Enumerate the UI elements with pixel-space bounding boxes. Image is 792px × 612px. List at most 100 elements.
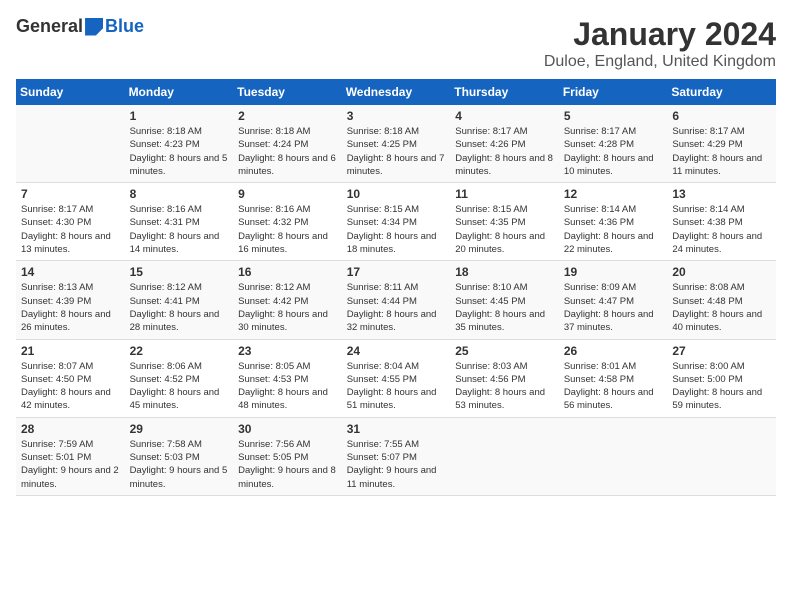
calendar-cell: 2 Sunrise: 8:18 AMSunset: 4:24 PMDaylight…: [233, 105, 342, 183]
day-number: 19: [564, 265, 663, 279]
calendar-cell: 26 Sunrise: 8:01 AMSunset: 4:58 PMDayligh…: [559, 339, 668, 417]
calendar-table: SundayMondayTuesdayWednesdayThursdayFrid…: [16, 79, 776, 496]
day-info: Sunrise: 8:14 AMSunset: 4:38 PMDaylight:…: [672, 203, 771, 256]
day-number: 14: [21, 265, 120, 279]
day-info: Sunrise: 8:06 AMSunset: 4:52 PMDaylight:…: [130, 360, 229, 413]
location-text: Duloe, England, United Kingdom: [544, 53, 776, 71]
day-number: 7: [21, 187, 120, 201]
column-header-friday: Friday: [559, 79, 668, 105]
day-number: 5: [564, 109, 663, 123]
day-number: 10: [347, 187, 446, 201]
week-row-2: 7Sunrise: 8:17 AMSunset: 4:30 PMDaylight…: [16, 183, 776, 261]
title-block: January 2024 Duloe, England, United King…: [544, 16, 776, 71]
calendar-cell: 28Sunrise: 7:59 AMSunset: 5:01 PMDayligh…: [16, 417, 125, 495]
day-number: 13: [672, 187, 771, 201]
calendar-cell: 19 Sunrise: 8:09 AMSunset: 4:47 PMDayligh…: [559, 261, 668, 339]
calendar-cell: 21 Sunrise: 8:07 AMSunset: 4:50 PMDayligh…: [16, 339, 125, 417]
column-header-thursday: Thursday: [450, 79, 559, 105]
calendar-cell: 25Sunrise: 8:03 AMSunset: 4:56 PMDayligh…: [450, 339, 559, 417]
month-title: January 2024: [544, 16, 776, 53]
column-header-wednesday: Wednesday: [342, 79, 451, 105]
calendar-cell: 13 Sunrise: 8:14 AMSunset: 4:38 PMDayligh…: [667, 183, 776, 261]
calendar-cell: 27 Sunrise: 8:00 AMSunset: 5:00 PMDayligh…: [667, 339, 776, 417]
day-info: Sunrise: 8:14 AMSunset: 4:36 PMDaylight:…: [564, 203, 663, 256]
day-number: 11: [455, 187, 554, 201]
calendar-cell: 14 Sunrise: 8:13 AMSunset: 4:39 PMDayligh…: [16, 261, 125, 339]
day-info: Sunrise: 7:56 AMSunset: 5:05 PMDaylight:…: [238, 438, 337, 491]
calendar-cell: 11 Sunrise: 8:15 AMSunset: 4:35 PMDayligh…: [450, 183, 559, 261]
column-header-monday: Monday: [125, 79, 234, 105]
day-info: Sunrise: 8:15 AMSunset: 4:35 PMDaylight:…: [455, 203, 554, 256]
day-info: Sunrise: 8:01 AMSunset: 4:58 PMDaylight:…: [564, 360, 663, 413]
logo-icon: [85, 18, 103, 36]
day-number: 3: [347, 109, 446, 123]
page-header: General Blue January 2024 Duloe, England…: [16, 16, 776, 71]
calendar-cell: 29Sunrise: 7:58 AMSunset: 5:03 PMDayligh…: [125, 417, 234, 495]
day-info: Sunrise: 8:03 AMSunset: 4:56 PMDaylight:…: [455, 360, 554, 413]
day-info: Sunrise: 8:00 AMSunset: 5:00 PMDaylight:…: [672, 360, 771, 413]
day-info: Sunrise: 8:18 AMSunset: 4:24 PMDaylight:…: [238, 125, 337, 178]
day-number: 6: [672, 109, 771, 123]
calendar-cell: 7Sunrise: 8:17 AMSunset: 4:30 PMDaylight…: [16, 183, 125, 261]
calendar-cell: 22 Sunrise: 8:06 AMSunset: 4:52 PMDayligh…: [125, 339, 234, 417]
day-info: Sunrise: 7:55 AMSunset: 5:07 PMDaylight:…: [347, 438, 446, 491]
day-info: Sunrise: 8:13 AMSunset: 4:39 PMDaylight:…: [21, 281, 120, 334]
day-number: 18: [455, 265, 554, 279]
day-info: Sunrise: 8:08 AMSunset: 4:48 PMDaylight:…: [672, 281, 771, 334]
calendar-cell: 1 Sunrise: 8:18 AMSunset: 4:23 PMDaylight…: [125, 105, 234, 183]
calendar-cell: 12 Sunrise: 8:14 AMSunset: 4:36 PMDayligh…: [559, 183, 668, 261]
day-number: 26: [564, 344, 663, 358]
calendar-cell: 24Sunrise: 8:04 AMSunset: 4:55 PMDayligh…: [342, 339, 451, 417]
day-info: Sunrise: 8:12 AMSunset: 4:41 PMDaylight:…: [130, 281, 229, 334]
day-info: Sunrise: 8:18 AMSunset: 4:23 PMDaylight:…: [130, 125, 229, 178]
header-row: SundayMondayTuesdayWednesdayThursdayFrid…: [16, 79, 776, 105]
week-row-4: 21 Sunrise: 8:07 AMSunset: 4:50 PMDayligh…: [16, 339, 776, 417]
day-info: Sunrise: 8:12 AMSunset: 4:42 PMDaylight:…: [238, 281, 337, 334]
day-info: Sunrise: 8:07 AMSunset: 4:50 PMDaylight:…: [21, 360, 120, 413]
day-number: 8: [130, 187, 229, 201]
day-number: 22: [130, 344, 229, 358]
calendar-cell: 23 Sunrise: 8:05 AMSunset: 4:53 PMDayligh…: [233, 339, 342, 417]
week-row-3: 14 Sunrise: 8:13 AMSunset: 4:39 PMDayligh…: [16, 261, 776, 339]
day-info: Sunrise: 8:17 AMSunset: 4:28 PMDaylight:…: [564, 125, 663, 178]
day-info: Sunrise: 8:16 AMSunset: 4:32 PMDaylight:…: [238, 203, 337, 256]
calendar-cell: [667, 417, 776, 495]
day-info: Sunrise: 8:09 AMSunset: 4:47 PMDaylight:…: [564, 281, 663, 334]
day-info: Sunrise: 8:05 AMSunset: 4:53 PMDaylight:…: [238, 360, 337, 413]
day-info: Sunrise: 8:17 AMSunset: 4:26 PMDaylight:…: [455, 125, 554, 178]
column-header-sunday: Sunday: [16, 79, 125, 105]
calendar-cell: 10Sunrise: 8:15 AMSunset: 4:34 PMDayligh…: [342, 183, 451, 261]
day-number: 17: [347, 265, 446, 279]
day-number: 29: [130, 422, 229, 436]
day-number: 4: [455, 109, 554, 123]
calendar-cell: 8Sunrise: 8:16 AMSunset: 4:31 PMDaylight…: [125, 183, 234, 261]
column-header-saturday: Saturday: [667, 79, 776, 105]
calendar-cell: 9 Sunrise: 8:16 AMSunset: 4:32 PMDaylight…: [233, 183, 342, 261]
day-number: 1: [130, 109, 229, 123]
day-number: 31: [347, 422, 446, 436]
column-header-tuesday: Tuesday: [233, 79, 342, 105]
calendar-cell: 30 Sunrise: 7:56 AMSunset: 5:05 PMDayligh…: [233, 417, 342, 495]
calendar-cell: 20 Sunrise: 8:08 AMSunset: 4:48 PMDayligh…: [667, 261, 776, 339]
week-row-5: 28Sunrise: 7:59 AMSunset: 5:01 PMDayligh…: [16, 417, 776, 495]
calendar-cell: [559, 417, 668, 495]
day-number: 21: [21, 344, 120, 358]
day-number: 24: [347, 344, 446, 358]
day-number: 30: [238, 422, 337, 436]
calendar-cell: 4 Sunrise: 8:17 AMSunset: 4:26 PMDaylight…: [450, 105, 559, 183]
day-number: 12: [564, 187, 663, 201]
day-info: Sunrise: 7:59 AMSunset: 5:01 PMDaylight:…: [21, 438, 120, 491]
day-number: 9: [238, 187, 337, 201]
day-number: 27: [672, 344, 771, 358]
logo-blue-text: Blue: [105, 16, 144, 37]
calendar-cell: 5 Sunrise: 8:17 AMSunset: 4:28 PMDaylight…: [559, 105, 668, 183]
calendar-cell: [16, 105, 125, 183]
logo-general-text: General: [16, 16, 83, 37]
day-number: 2: [238, 109, 337, 123]
day-number: 20: [672, 265, 771, 279]
day-info: Sunrise: 8:10 AMSunset: 4:45 PMDaylight:…: [455, 281, 554, 334]
day-number: 23: [238, 344, 337, 358]
day-info: Sunrise: 8:11 AMSunset: 4:44 PMDaylight:…: [347, 281, 446, 334]
day-info: Sunrise: 8:18 AMSunset: 4:25 PMDaylight:…: [347, 125, 446, 178]
calendar-cell: 6Sunrise: 8:17 AMSunset: 4:29 PMDaylight…: [667, 105, 776, 183]
